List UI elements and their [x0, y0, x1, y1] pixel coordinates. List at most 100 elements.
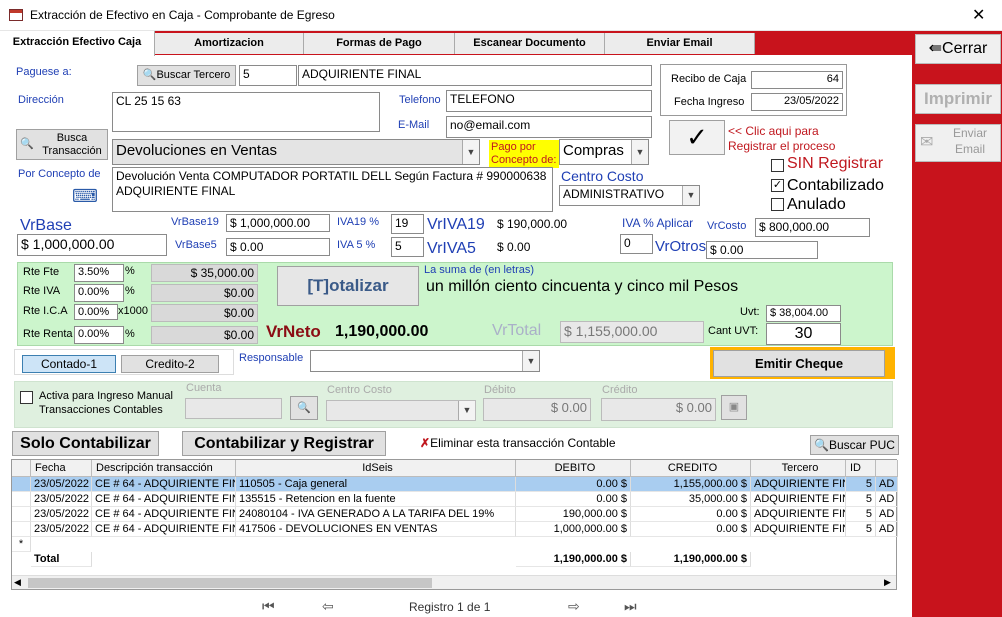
email-field[interactable]: no@email.com — [446, 116, 652, 138]
table-cell[interactable]: 23/05/2022 — [31, 492, 92, 507]
table-cell[interactable]: CE # 64 - ADQUIRIENTE FINA — [92, 522, 236, 537]
chevron-down-icon[interactable]: ▼ — [682, 186, 699, 205]
col-id[interactable]: ID — [846, 460, 876, 477]
vrcosto-field[interactable]: $ 800,000.00 — [755, 218, 870, 237]
chevron-down-icon[interactable]: ▼ — [522, 351, 539, 371]
fecha-field[interactable]: 23/05/2022 — [751, 93, 843, 111]
vrbase19-field[interactable]: $ 1,000,000.00 — [226, 214, 330, 232]
contado-button[interactable]: Contado-1 — [22, 355, 116, 373]
table-cell[interactable]: 5 — [846, 522, 876, 537]
chevron-down-icon[interactable]: ▼ — [458, 401, 475, 420]
table-cell[interactable]: ADQUIRIENTE FIN — [751, 477, 846, 492]
emitir-cheque-button[interactable]: Emitir Cheque — [713, 350, 885, 377]
anulado-checkbox[interactable] — [771, 198, 784, 211]
centro-costo-select[interactable]: ADMINISTRATIVO — [559, 185, 700, 206]
iva5-field[interactable]: 5 — [391, 237, 424, 257]
close-window-button[interactable]: ✕ — [972, 5, 985, 25]
row-selector[interactable] — [12, 477, 31, 492]
table-cell[interactable]: 24080104 - IVA GENERADO A LA TARIFA DEL … — [236, 507, 516, 522]
horizontal-scrollbar[interactable]: ◀ ▶ — [12, 575, 896, 589]
contabilizado-checkbox[interactable]: ✓ — [771, 179, 784, 192]
responsable-select[interactable] — [310, 350, 540, 372]
table-cell[interactable]: ADQUIRIENTE FIN — [751, 492, 846, 507]
activa-manual-checkbox[interactable] — [20, 391, 33, 404]
search-cuenta-button[interactable]: 🔍 — [290, 396, 318, 420]
imprimir-button[interactable]: Imprimir — [915, 84, 1001, 114]
totalizar-button[interactable]: [T]otalizar — [277, 266, 419, 306]
table-cell[interactable]: 23/05/2022 — [31, 477, 92, 492]
solo-contabilizar-button[interactable]: Solo Contabilizar — [12, 431, 159, 456]
tercero-nombre-field[interactable]: ADQUIRIENTE FINAL — [298, 65, 652, 86]
registrar-check-button[interactable]: ✓ — [669, 120, 725, 155]
rtefte-pct-field[interactable]: 3.50% — [74, 264, 124, 282]
table-cell[interactable]: 110505 - Caja general — [236, 477, 516, 492]
table-cell[interactable]: 417506 - DEVOLUCIONES EN VENTAS — [236, 522, 516, 537]
tab-enviar-email[interactable]: Enviar Email — [605, 33, 755, 54]
rteiva-pct-field[interactable]: 0.00% — [74, 284, 124, 302]
table-cell[interactable]: 23/05/2022 — [31, 522, 92, 537]
tercero-id-field[interactable]: 5 — [239, 65, 297, 86]
cant-uvt-field[interactable]: 30 — [766, 323, 841, 345]
tab-escanear[interactable]: Escanear Documento — [455, 33, 605, 54]
table-cell[interactable]: AD — [876, 492, 898, 507]
transaccion-select[interactable]: Devoluciones en Ventas — [112, 139, 480, 165]
enviar-email-button[interactable]: ✉ Enviar Email — [915, 124, 1001, 162]
debito-field[interactable]: $ 0.00 — [483, 398, 591, 421]
col-fecha[interactable]: Fecha — [31, 460, 92, 477]
table-cell[interactable]: 190,000.00 $ — [516, 507, 631, 522]
save-icon[interactable]: ▣ — [721, 395, 747, 420]
vrbase-field[interactable]: $ 1,000,000.00 — [17, 234, 167, 256]
table-cell[interactable]: CE # 64 - ADQUIRIENTE FINA — [92, 492, 236, 507]
prev-record-icon[interactable]: ⇦ — [322, 598, 334, 615]
table-cell[interactable]: ADQUIRIENTE FIN — [751, 507, 846, 522]
table-cell[interactable]: AD — [876, 522, 898, 537]
tab-extraccion[interactable]: Extracción Efectivo Caja — [0, 31, 155, 56]
table-cell[interactable]: AD — [876, 507, 898, 522]
sin-registrar-checkbox[interactable] — [771, 159, 784, 172]
col-idseis[interactable]: IdSeis — [236, 460, 516, 477]
rteica-pct-field[interactable]: 0.00% — [74, 304, 118, 320]
table-cell[interactable]: ADQUIRIENTE FIN — [751, 522, 846, 537]
table-cell[interactable]: 35,000.00 $ — [631, 492, 751, 507]
buscar-puc-button[interactable]: 🔍Buscar PUC — [810, 435, 899, 455]
row-selector[interactable] — [12, 492, 31, 507]
tab-amortizacion[interactable]: Amortizacion — [155, 33, 304, 54]
cerrar-button[interactable]: ⇚Cerrar — [915, 34, 1001, 64]
busca-transaccion-button[interactable]: 🔍 Busca Transacción — [16, 129, 108, 160]
table-cell[interactable]: 0.00 $ — [516, 477, 631, 492]
table-cell[interactable]: CE # 64 - ADQUIRIENTE FINA — [92, 477, 236, 492]
chevron-down-icon[interactable]: ▼ — [631, 140, 648, 164]
eliminar-transaccion-link[interactable]: ✗Eliminar esta transacción Contable — [420, 436, 616, 450]
col-descripcion[interactable]: Descripción transacción — [92, 460, 236, 477]
table-cell[interactable]: 0.00 $ — [631, 507, 751, 522]
scroll-right-icon[interactable]: ▶ — [884, 577, 891, 588]
first-record-icon[interactable]: ⏮ — [262, 598, 275, 615]
tab-formas-pago[interactable]: Formas de Pago — [304, 33, 455, 54]
vrbase5-field[interactable]: $ 0.00 — [226, 238, 330, 256]
vrotros-field[interactable]: $ 0.00 — [706, 241, 818, 259]
scroll-thumb[interactable] — [28, 578, 432, 588]
recibo-field[interactable]: 64 — [751, 71, 843, 89]
chevron-down-icon[interactable]: ▼ — [462, 140, 479, 164]
col-credito[interactable]: CREDITO — [631, 460, 751, 477]
table-cell[interactable]: 135515 - Retencion en la fuente — [236, 492, 516, 507]
rterenta-pct-field[interactable]: 0.00% — [74, 326, 124, 344]
buscar-tercero-button[interactable]: 🔍Buscar Tercero — [137, 65, 236, 86]
uvt-field[interactable]: $ 38,004.00 — [766, 305, 841, 322]
table-cell[interactable]: 0.00 $ — [631, 522, 751, 537]
centro-costo-manual-select[interactable] — [326, 400, 476, 421]
direccion-field[interactable]: CL 25 15 63 — [112, 92, 380, 132]
table-cell[interactable]: CE # 64 - ADQUIRIENTE FINA — [92, 507, 236, 522]
telefono-field[interactable]: TELEFONO — [446, 90, 652, 112]
row-selector[interactable] — [12, 507, 31, 522]
iva19-field[interactable]: 19 — [391, 214, 424, 234]
row-selector[interactable] — [12, 522, 31, 537]
col-tercero[interactable]: Tercero — [751, 460, 846, 477]
scroll-left-icon[interactable]: ◀ — [14, 577, 21, 588]
last-record-icon[interactable]: ⏭ — [624, 598, 637, 615]
table-cell[interactable]: 1,155,000.00 $ — [631, 477, 751, 492]
table-cell[interactable]: 0.00 $ — [516, 492, 631, 507]
table-cell[interactable]: AD — [876, 477, 898, 492]
col-extra[interactable] — [876, 460, 898, 477]
credito-field[interactable]: $ 0.00 — [601, 398, 716, 421]
